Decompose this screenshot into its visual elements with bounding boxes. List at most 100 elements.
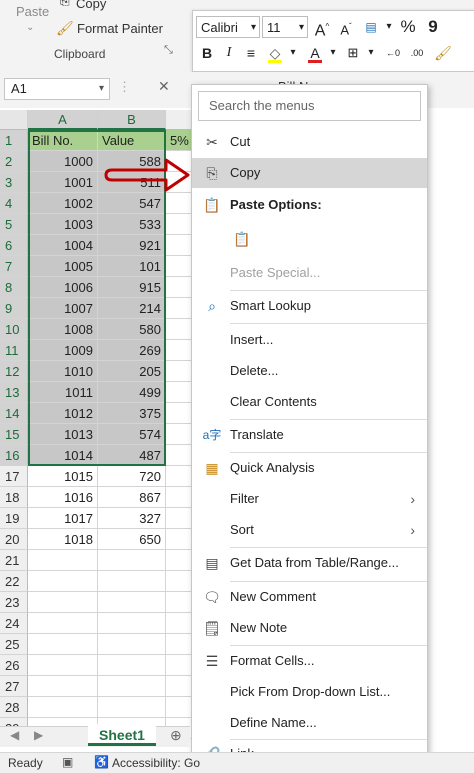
cell[interactable]: 1013 [28, 424, 98, 445]
cell[interactable]: 1018 [28, 529, 98, 550]
cell[interactable] [28, 613, 98, 634]
menu-item-insert[interactable]: Insert... [192, 325, 427, 355]
cell[interactable] [166, 193, 192, 214]
cell[interactable] [166, 550, 192, 571]
menu-item-paste-special[interactable]: Paste Special... [192, 258, 427, 288]
cell[interactable]: 1005 [28, 256, 98, 277]
menu-search-input[interactable]: Search the menus [198, 91, 421, 121]
header-cell[interactable]: Bill No. [28, 130, 98, 151]
cell[interactable]: 547 [98, 193, 166, 214]
cell[interactable]: 1015 [28, 466, 98, 487]
cell[interactable]: 1002 [28, 193, 98, 214]
cell[interactable]: 1010 [28, 361, 98, 382]
row-header-8[interactable]: 8 [0, 277, 28, 298]
cell[interactable] [98, 697, 166, 718]
menu-item-smart-lookup[interactable]: ⌕ Smart Lookup [192, 291, 427, 321]
row-header-5[interactable]: 5 [0, 214, 28, 235]
row-header-12[interactable]: 12 [0, 361, 28, 382]
cell[interactable]: 499 [98, 382, 166, 403]
column-header-c[interactable] [166, 110, 192, 130]
scroll-right-icon[interactable]: ▶ [34, 728, 43, 742]
cell[interactable]: 533 [98, 214, 166, 235]
cell[interactable] [166, 676, 192, 697]
row-header-10[interactable]: 10 [0, 319, 28, 340]
row-header-21[interactable]: 21 [0, 550, 28, 571]
row-header-26[interactable]: 26 [0, 655, 28, 676]
cell[interactable]: 1014 [28, 445, 98, 466]
cell[interactable] [98, 634, 166, 655]
menu-item-clear-contents[interactable]: Clear Contents [192, 387, 427, 417]
cell[interactable]: 1006 [28, 277, 98, 298]
row-header-18[interactable]: 18 [0, 487, 28, 508]
cell[interactable]: 375 [98, 403, 166, 424]
row-header-2[interactable]: 2 [0, 151, 28, 172]
row-header-11[interactable]: 11 [0, 340, 28, 361]
cell[interactable]: 205 [98, 361, 166, 382]
menu-item-new-comment[interactable]: 🗨 New Comment [192, 582, 427, 612]
cell[interactable] [28, 634, 98, 655]
row-header-7[interactable]: 7 [0, 256, 28, 277]
row-header-17[interactable]: 17 [0, 466, 28, 487]
cell[interactable]: 574 [98, 424, 166, 445]
menu-item-define-name[interactable]: Define Name... [192, 708, 427, 738]
cell[interactable] [166, 340, 192, 361]
cell[interactable]: 1000 [28, 151, 98, 172]
cell[interactable]: 915 [98, 277, 166, 298]
macro-record-icon[interactable]: ▣ [62, 755, 73, 769]
row-header-13[interactable]: 13 [0, 382, 28, 403]
row-header-24[interactable]: 24 [0, 613, 28, 634]
menu-item-get-data[interactable]: ▤ Get Data from Table/Range... [192, 548, 427, 578]
cell[interactable] [28, 592, 98, 613]
cell[interactable] [166, 298, 192, 319]
cell[interactable]: 1007 [28, 298, 98, 319]
cell[interactable]: 1008 [28, 319, 98, 340]
cell[interactable]: 327 [98, 508, 166, 529]
row-header-3[interactable]: 3 [0, 172, 28, 193]
cell[interactable] [98, 676, 166, 697]
menu-item-filter[interactable]: Filter › [192, 484, 427, 514]
row-header-6[interactable]: 6 [0, 235, 28, 256]
select-all-corner[interactable] [0, 110, 28, 130]
cell[interactable] [166, 382, 192, 403]
cell[interactable] [166, 235, 192, 256]
row-header-20[interactable]: 20 [0, 529, 28, 550]
add-sheet-icon[interactable]: ⊕ [170, 727, 182, 744]
cell[interactable] [98, 571, 166, 592]
column-header-b[interactable]: B [98, 110, 166, 130]
cell[interactable]: 1003 [28, 214, 98, 235]
column-header-a[interactable]: A [28, 110, 98, 130]
cell[interactable]: 1011 [28, 382, 98, 403]
menu-item-format-cells[interactable]: ☰ Format Cells... [192, 646, 427, 676]
cell[interactable] [166, 445, 192, 466]
cell[interactable]: 1001 [28, 172, 98, 193]
menu-item-delete[interactable]: Delete... [192, 356, 427, 386]
row-header-23[interactable]: 23 [0, 592, 28, 613]
cell[interactable] [166, 508, 192, 529]
cell[interactable] [28, 550, 98, 571]
cell[interactable]: 1016 [28, 487, 98, 508]
cell[interactable] [166, 256, 192, 277]
cell[interactable] [166, 697, 192, 718]
cell[interactable] [166, 424, 192, 445]
cell[interactable] [166, 487, 192, 508]
cell[interactable] [166, 592, 192, 613]
cell[interactable] [166, 571, 192, 592]
cell[interactable]: 269 [98, 340, 166, 361]
cell[interactable] [98, 550, 166, 571]
scroll-left-icon[interactable]: ◀ [10, 728, 19, 742]
row-header-27[interactable]: 27 [0, 676, 28, 697]
row-header-4[interactable]: 4 [0, 193, 28, 214]
cell[interactable] [28, 655, 98, 676]
cell[interactable]: 580 [98, 319, 166, 340]
row-header-14[interactable]: 14 [0, 403, 28, 424]
cell[interactable] [166, 529, 192, 550]
row-header-22[interactable]: 22 [0, 571, 28, 592]
cell[interactable] [28, 676, 98, 697]
cell[interactable] [166, 655, 192, 676]
cell[interactable] [98, 613, 166, 634]
cell[interactable]: 867 [98, 487, 166, 508]
cell[interactable]: 101 [98, 256, 166, 277]
cell[interactable] [166, 466, 192, 487]
menu-item-new-note[interactable]: 🗒 New Note [192, 613, 427, 643]
cell[interactable]: 487 [98, 445, 166, 466]
